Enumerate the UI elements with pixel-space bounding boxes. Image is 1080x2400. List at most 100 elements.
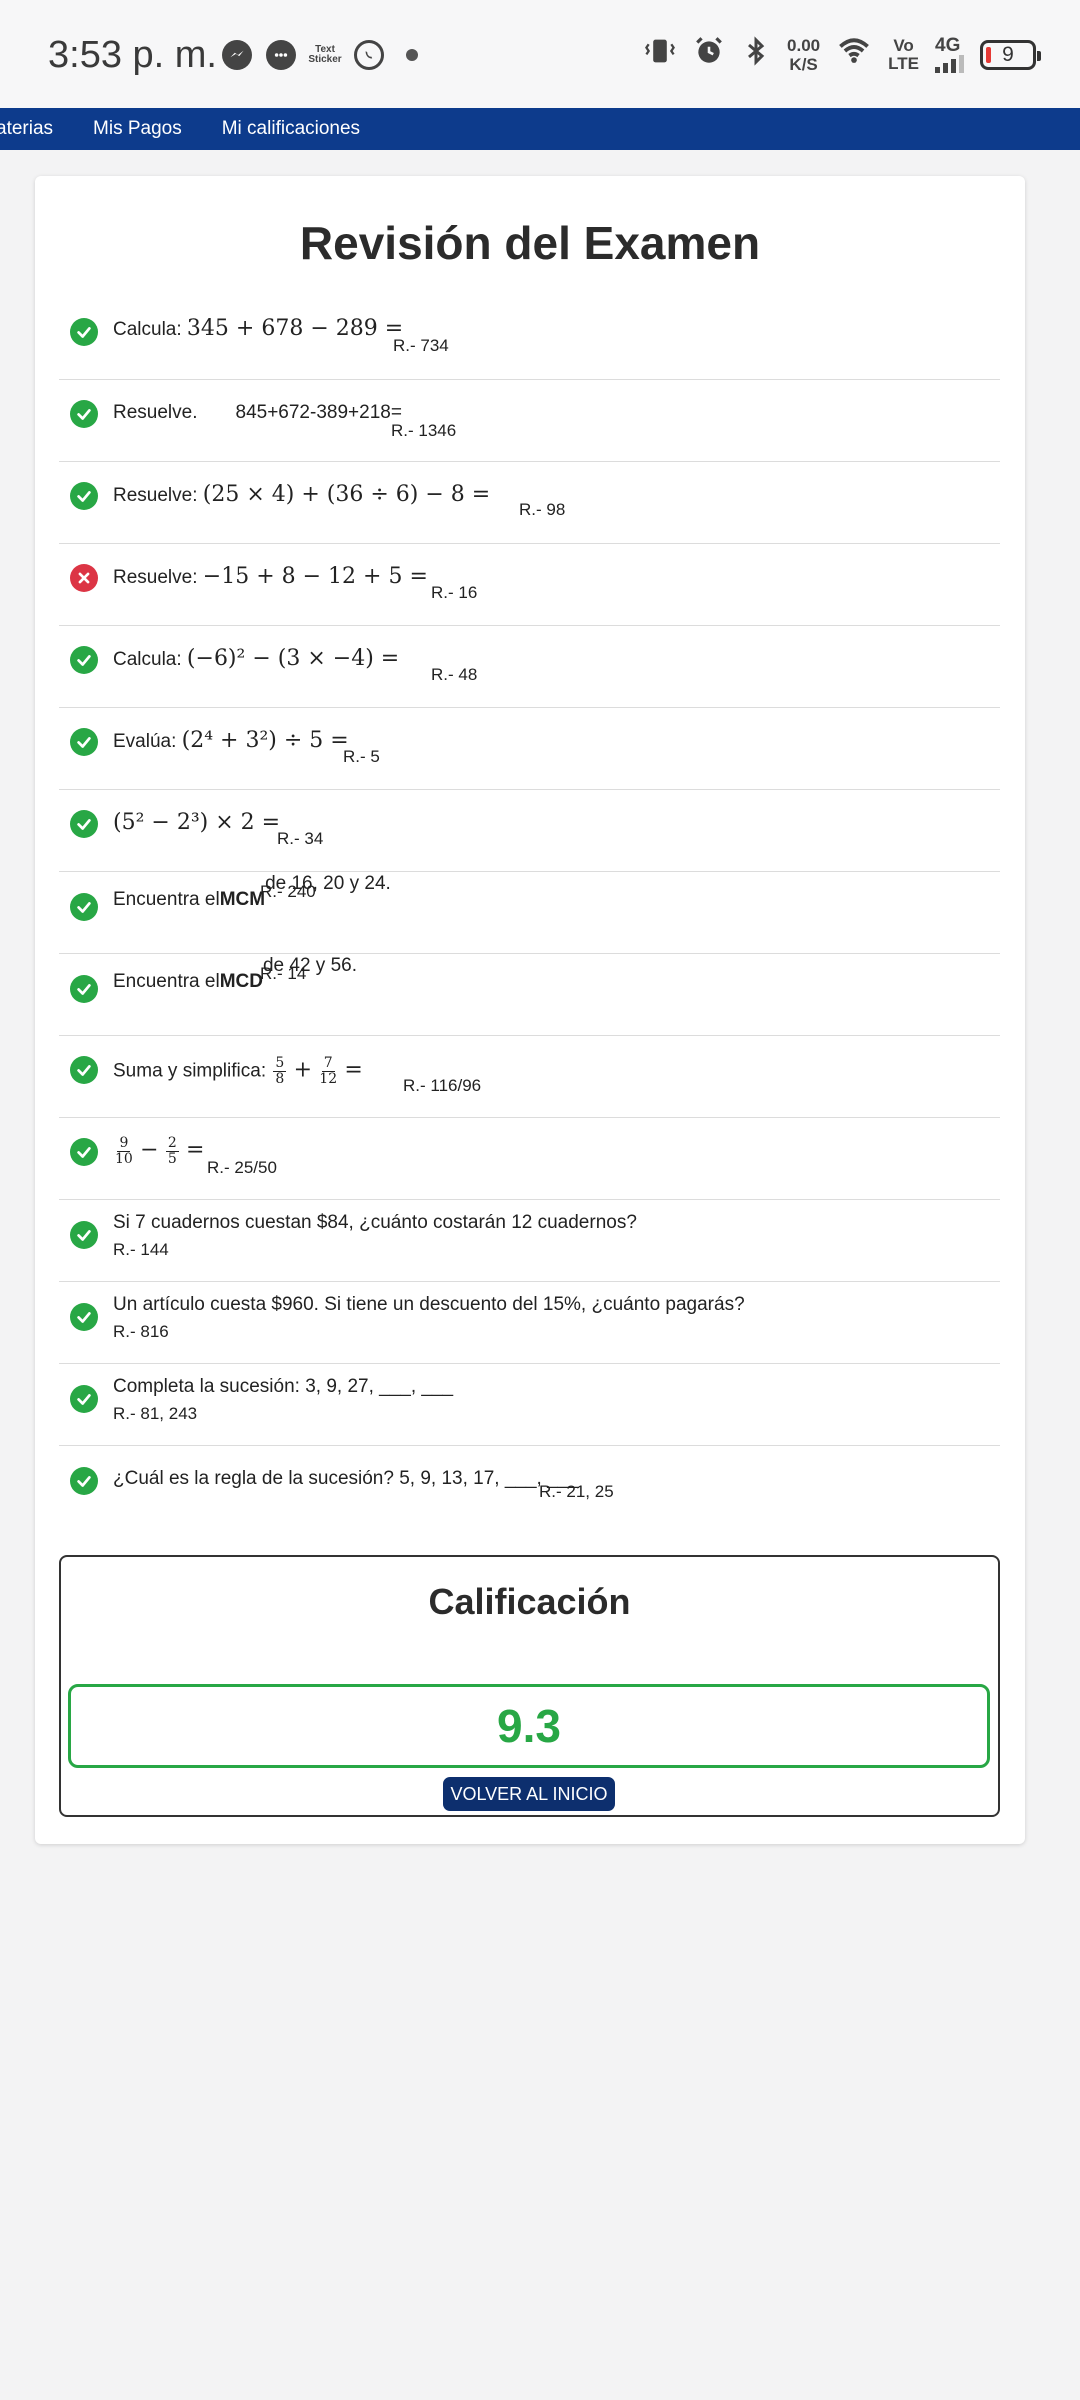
volte-indicator: Vo LTE <box>888 37 919 73</box>
fraction: 7 12 <box>319 1055 338 1087</box>
question-text: Calcula: (−6)² − (3 × −4) = <box>113 646 399 671</box>
question-row: Completa la sucesión: 3, 9, 27, ___, ___… <box>59 1364 1000 1446</box>
messenger-icon <box>222 40 252 70</box>
answer-text: R.- 734 <box>393 336 449 355</box>
question-text: (5² − 2³) × 2 = <box>113 810 280 835</box>
page-title: Revisión del Examen <box>299 217 761 269</box>
question-expression: (5² − 2³) × 2 = <box>113 810 281 835</box>
volte-bottom: LTE <box>888 54 919 73</box>
whatsapp-icon <box>354 40 384 70</box>
question-expression: 845+672-389+218= <box>235 402 402 423</box>
question-prefix: Suma y simplifica: <box>113 1060 272 1082</box>
operator: − <box>140 1137 159 1163</box>
answer-text: R.- 48 <box>431 665 478 684</box>
question-expression: (−6)² − (3 × −4) = <box>186 646 400 671</box>
question-text: ¿Cuál es la regla de la sucesión? 5, 9, … <box>113 1468 579 1490</box>
question-row: Encuentra elMCDde 42 y 56. R.- 14 <box>59 954 1000 1036</box>
speed-unit: K/S <box>789 55 818 74</box>
equals-sign: = <box>186 1137 205 1163</box>
chat-icon <box>266 40 296 70</box>
question-prefix: Encuentra el <box>113 971 220 992</box>
question-statement: ¿Cuál es la regla de la sucesión? 5, 9, … <box>113 1468 579 1489</box>
answer-text: R.- 16 <box>431 583 478 602</box>
nav-item-mi-calificaciones[interactable]: Mi calificaciones <box>202 118 380 140</box>
cross-icon <box>70 564 98 592</box>
answer-text: R.- 81, 243 <box>113 1404 198 1423</box>
check-icon <box>70 975 98 1003</box>
status-bar: 3:53 p. m. Text Sticker 0.00 K/S Vo LTE … <box>0 0 1080 108</box>
question-row: Resuelve: (25 × 4) + (36 ÷ 6) − 8 = R.- 9… <box>59 462 1000 544</box>
nav-item-materias[interactable]: aterias <box>0 118 73 140</box>
grade-value: 9.3 <box>497 1700 561 1752</box>
question-row: Resuelve: −15 + 8 − 12 + 5 = R.- 16 <box>59 544 1000 626</box>
check-icon <box>70 893 98 921</box>
text-sticker-icon: Text Sticker <box>308 44 342 65</box>
clock: 3:53 p. m. <box>48 34 217 76</box>
battery-icon: 9 <box>980 40 1041 70</box>
question-text: Suma y simplifica: 58 + 7 12 = <box>113 1056 363 1087</box>
answer-text: R.- 21, 25 <box>539 1482 614 1501</box>
grade-value-box: 9.3 <box>68 1684 990 1768</box>
check-icon <box>70 1221 98 1249</box>
speed-value: 0.00 <box>787 36 821 55</box>
check-icon <box>70 810 98 838</box>
network-type: 4G <box>935 35 961 56</box>
answer-text: R.- 816 <box>113 1322 169 1341</box>
question-row: (5² − 2³) × 2 = R.- 34 <box>59 790 1000 872</box>
check-icon <box>70 1056 98 1084</box>
battery-level: 9 <box>1002 43 1014 66</box>
check-icon <box>70 1385 98 1413</box>
signal-icon: 4G <box>935 35 964 73</box>
question-row: Encuentra elMCMde 16, 20 y 24. R.- 240 <box>59 872 1000 954</box>
question-prefix: Calcula: <box>113 649 187 670</box>
check-icon <box>70 1303 98 1331</box>
more-notifications-icon <box>406 49 418 61</box>
question-expression: −15 + 8 − 12 + 5 = <box>202 564 428 589</box>
question-keyword: MCM <box>219 889 266 910</box>
answer-text: R.- 1346 <box>391 421 457 440</box>
fraction: 25 <box>165 1135 179 1167</box>
question-text: Evalúa: (2⁴ + 3²) ÷ 5 = <box>113 728 349 753</box>
question-row: Calcula: 345 + 678 − 289 = R.- 734 <box>59 298 1000 380</box>
question-text: Completa la sucesión: 3, 9, 27, ___, ___ <box>113 1376 453 1398</box>
answer-text: R.- 5 <box>343 747 380 766</box>
question-list: Calcula: 345 + 678 − 289 = R.- 734 Resuelv… <box>59 298 1000 1544</box>
question-row: Evalúa: (2⁴ + 3²) ÷ 5 = R.- 5 <box>59 708 1000 790</box>
question-keyword: MCD <box>219 971 263 992</box>
answer-text: R.- 14 <box>260 964 307 983</box>
question-text: Si 7 cuadernos cuestan $84, ¿cuánto cost… <box>113 1212 637 1234</box>
bluetooth-icon <box>741 35 771 75</box>
question-row: 9 10 − 25 = R.- 25/50 <box>59 1118 1000 1200</box>
system-icons: 0.00 K/S Vo LTE 4G 9 <box>643 34 1041 76</box>
notification-icons: Text Sticker <box>222 40 418 70</box>
check-icon <box>70 482 98 510</box>
top-nav: aterias Mis Pagos Mi calificaciones <box>0 108 1080 150</box>
fraction: 9 10 <box>115 1135 133 1167</box>
answer-text: R.- 98 <box>519 500 566 519</box>
operator: + <box>293 1057 313 1083</box>
back-to-home-button[interactable]: VOLVER AL INICIO <box>443 1777 615 1811</box>
question-expression: (2⁴ + 3²) ÷ 5 = <box>181 728 349 753</box>
exam-review-card: Revisión del Examen Calcula: 345 + 678 −… <box>35 176 1025 1844</box>
answer-text: R.- 116/96 <box>403 1076 482 1095</box>
fraction: 58 <box>273 1055 287 1087</box>
question-prefix: Resuelve: <box>113 567 203 588</box>
answer-text: R.- 25/50 <box>207 1158 277 1177</box>
question-row: Suma y simplifica: 58 + 7 12 = R.- 116/96 <box>59 1036 1000 1118</box>
grade-title: Calificación <box>428 1581 631 1622</box>
wifi-icon <box>836 34 872 76</box>
question-statement: Si 7 cuadernos cuestan $84, ¿cuánto cost… <box>113 1212 637 1233</box>
question-prefix: Resuelve: <box>113 485 203 506</box>
alarm-icon <box>693 35 725 75</box>
check-icon <box>70 1467 98 1495</box>
question-text: Calcula: 345 + 678 − 289 = <box>113 316 403 341</box>
question-statement: Un artículo cuesta $960. Si tiene un des… <box>113 1294 745 1315</box>
question-prefix: Resuelve. <box>113 402 198 423</box>
check-icon <box>70 318 98 346</box>
check-icon <box>70 728 98 756</box>
check-icon <box>70 400 98 428</box>
question-row: Calcula: (−6)² − (3 × −4) = R.- 48 <box>59 626 1000 708</box>
nav-item-mis-pagos[interactable]: Mis Pagos <box>73 118 202 140</box>
volte-top: Vo <box>893 36 914 55</box>
answer-text: R.- 144 <box>113 1240 169 1259</box>
